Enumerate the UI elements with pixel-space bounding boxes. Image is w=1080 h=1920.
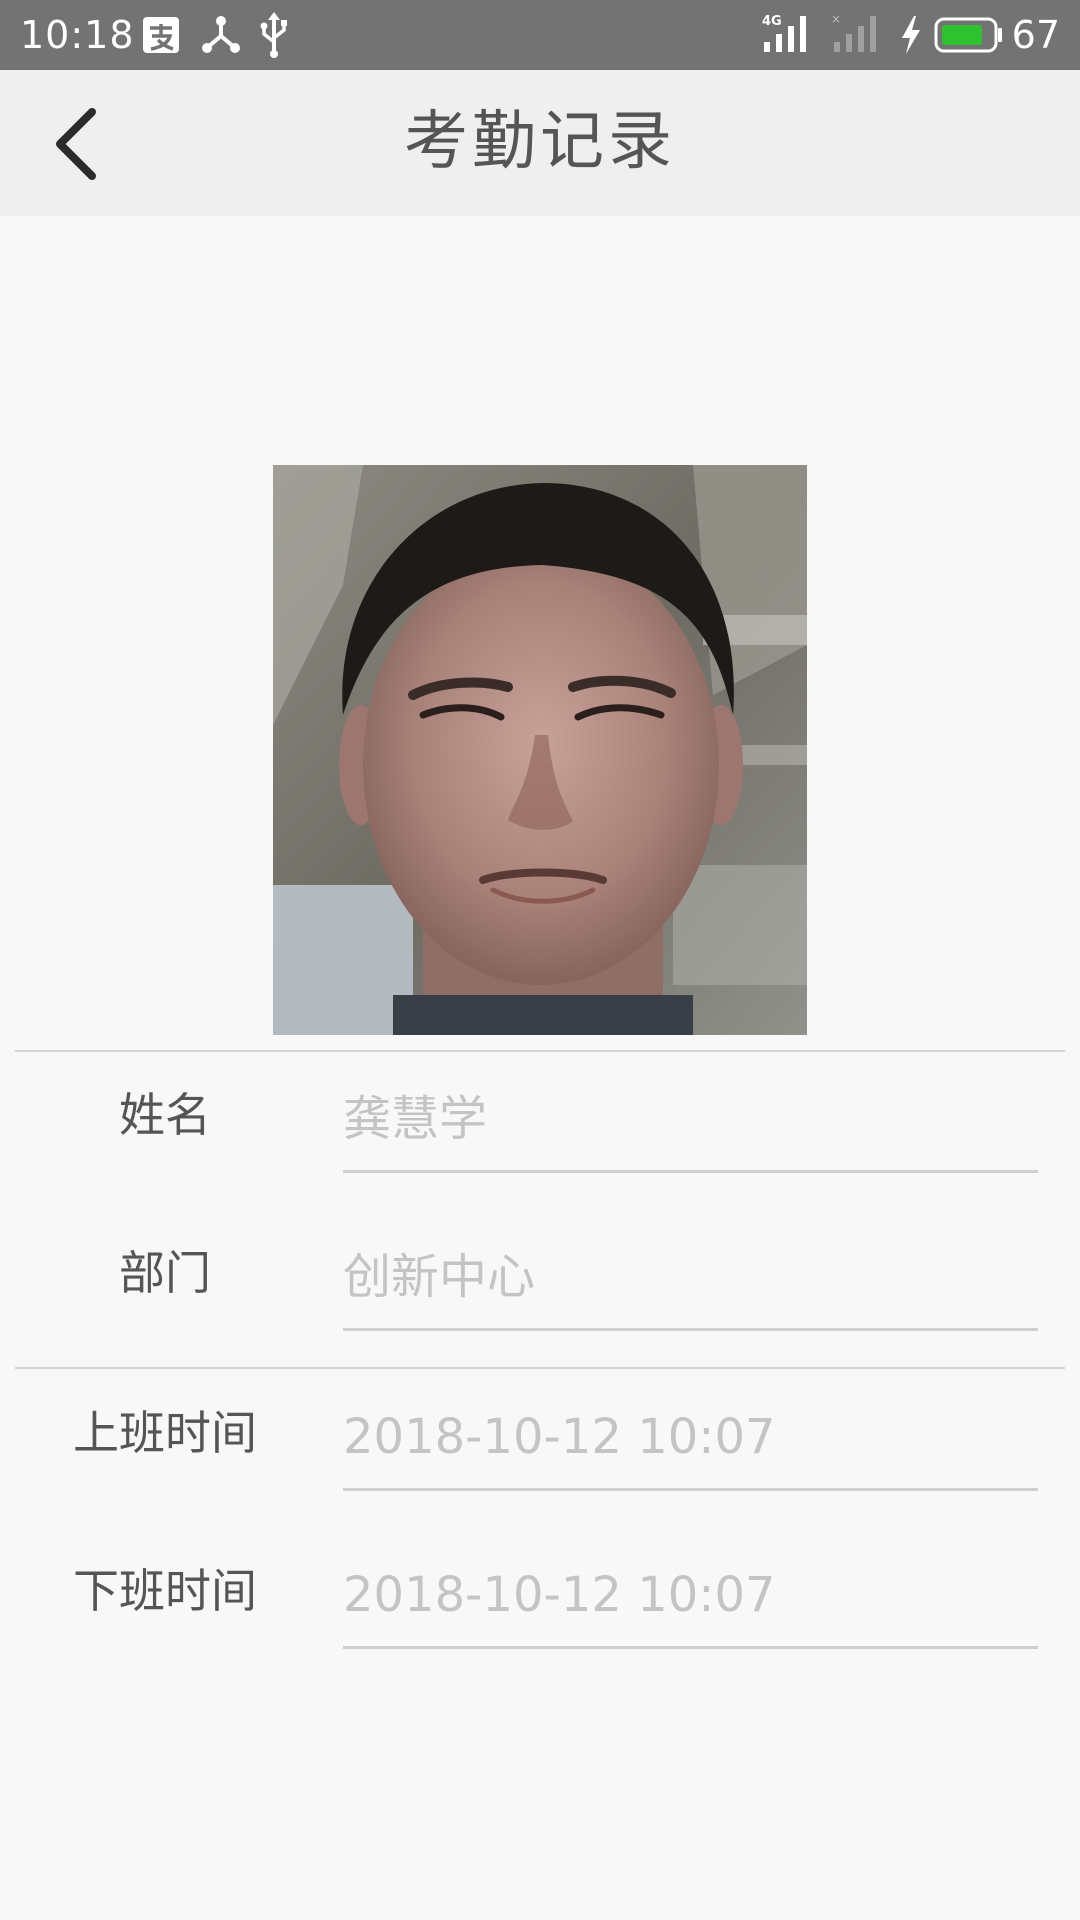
signal-icon: 4G — [760, 12, 816, 58]
divider-middle — [15, 1367, 1065, 1369]
name-row: 姓名 龚慧学 — [0, 1065, 1080, 1185]
name-field[interactable]: 龚慧学 — [343, 1065, 1038, 1173]
battery-percent: 67 — [1011, 13, 1060, 57]
status-bar: 10:18 4G × 67 — [0, 0, 1080, 70]
face-photo — [273, 465, 807, 1035]
clock-in-row: 上班时间 2018-10-12 10:07 — [0, 1383, 1080, 1503]
signal-weak-icon: × — [830, 12, 882, 58]
alipay-icon — [142, 16, 180, 58]
svg-text:×: × — [831, 12, 841, 26]
department-label: 部门 — [119, 1246, 211, 1300]
divider-top — [15, 1050, 1065, 1052]
page-title: 考勤记录 — [404, 105, 676, 179]
clock-in-field[interactable]: 2018-10-12 10:07 — [343, 1383, 1038, 1491]
usb-icon — [258, 12, 290, 62]
department-row: 部门 创新中心 — [0, 1223, 1080, 1343]
status-time: 10:18 — [20, 13, 135, 57]
department-field[interactable]: 创新中心 — [343, 1223, 1038, 1331]
network-type-label: 4G — [762, 14, 782, 29]
clock-out-field[interactable]: 2018-10-12 10:07 — [343, 1541, 1038, 1649]
clock-out-row: 下班时间 2018-10-12 10:07 — [0, 1541, 1080, 1661]
charging-icon — [900, 16, 922, 58]
name-label: 姓名 — [119, 1088, 211, 1142]
clock-in-label: 上班时间 — [73, 1406, 257, 1460]
clock-out-label: 下班时间 — [73, 1564, 257, 1618]
battery-icon — [934, 16, 1004, 58]
share-icon — [200, 14, 242, 60]
header-bar: 考勤记录 — [0, 70, 1080, 216]
